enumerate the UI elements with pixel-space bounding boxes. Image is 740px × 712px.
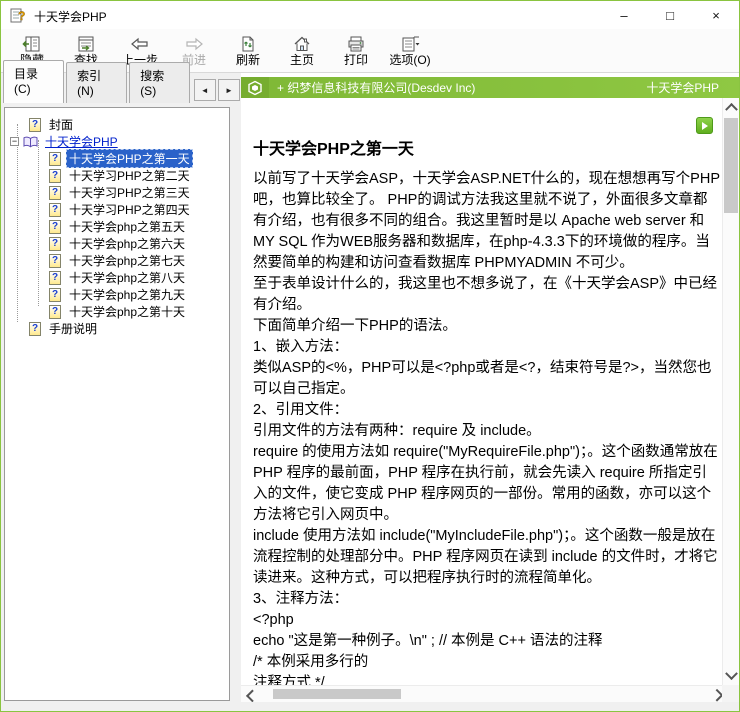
tree-item-label[interactable]: 手册说明 <box>46 319 100 338</box>
vertical-scrollbar[interactable] <box>722 98 739 685</box>
navigation-pane: 目录(C) 索引(N) 搜索(S) ◄ ► ?封面−十天学会PHP?十天学会PH… <box>1 73 240 703</box>
forward-arrow-icon <box>183 35 205 53</box>
help-viewer-window: ? 十天学会PHP – □ × 隐藏 查找 <box>0 0 740 712</box>
article-line: 至于表单设计什么的，我这里也不想多说了，在《十天学会ASP》中已经有介绍。 <box>253 274 721 316</box>
scroll-left-button[interactable] <box>241 686 258 702</box>
contents-tree-panel: ?封面−十天学会PHP?十天学会PHP之第一天?十天学习PHP之第二天?十天学习… <box>4 107 230 701</box>
svg-text:?: ? <box>18 9 25 23</box>
tree-item[interactable]: ?十天学会php之第九天 <box>5 286 229 303</box>
help-topic-icon: ? <box>49 220 61 234</box>
tree-item[interactable]: ?十天学习PHP之第二天 <box>5 167 229 184</box>
article-line: 引用文件的方法有两种：require 及 include。 <box>253 421 721 442</box>
tree-item[interactable]: ? 手册说明 <box>5 320 229 337</box>
scroll-up-button[interactable] <box>723 98 739 115</box>
tab-scroll-right-button[interactable]: ► <box>218 79 240 101</box>
options-button-label: 选项(O) <box>389 54 430 67</box>
dedecms-logo-icon <box>241 77 269 98</box>
article-line: /* 本例采用多行的 <box>253 652 721 673</box>
help-book-icon: ? <box>10 7 26 23</box>
article-line: 3、注释方法： <box>253 589 721 610</box>
article-line: include 使用方法如 include("MyIncludeFile.php… <box>253 526 721 589</box>
open-book-icon <box>23 136 38 148</box>
home-button-label: 主页 <box>290 54 314 67</box>
tree-item[interactable]: ?十天学会php之第七天 <box>5 252 229 269</box>
find-icon <box>76 35 96 53</box>
tree-item[interactable]: ?十天学会php之第十天 <box>5 303 229 320</box>
window-title: 十天学会PHP <box>34 8 107 25</box>
content-pane: + 织梦信息科技有限公司(Desdev Inc) 十天学会PHP 十天学会PHP… <box>241 73 739 703</box>
tab-index[interactable]: 索引(N) <box>66 62 127 103</box>
vertical-scroll-thumb[interactable] <box>724 118 738 213</box>
page-title: 十天学会PHP之第一天 <box>253 135 721 159</box>
options-icon <box>398 35 422 53</box>
help-topic-icon: ? <box>29 322 41 336</box>
tree-item[interactable]: ?十天学会PHP之第一天 <box>5 150 229 167</box>
article-line: 下面简单介绍一下PHP的语法。 <box>253 316 721 337</box>
tab-scroll-left-button[interactable]: ◄ <box>194 79 216 101</box>
refresh-button-label: 刷新 <box>236 54 260 67</box>
print-icon <box>346 35 366 53</box>
refresh-button[interactable]: 刷新 <box>221 31 275 71</box>
help-topic-icon: ? <box>49 254 61 268</box>
tree-collapse-icon[interactable]: − <box>10 137 19 146</box>
close-button[interactable]: × <box>693 1 739 29</box>
tab-bar: 目录(C) 索引(N) 搜索(S) ◄ ► <box>3 79 240 103</box>
topic-banner: + 织梦信息科技有限公司(Desdev Inc) 十天学会PHP <box>241 77 739 98</box>
tree-item[interactable]: ?十天学习PHP之第三天 <box>5 184 229 201</box>
minimize-button[interactable]: – <box>601 1 647 29</box>
help-topic-icon: ? <box>49 186 61 200</box>
home-button[interactable]: 主页 <box>275 31 329 71</box>
help-topic-icon: ? <box>49 271 61 285</box>
hide-panel-icon <box>22 35 42 53</box>
scrollbar-corner <box>722 685 739 702</box>
options-button[interactable]: 选项(O) <box>383 31 437 71</box>
window-bottom-edge <box>1 702 740 712</box>
print-button[interactable]: 打印 <box>329 31 383 71</box>
help-topic-icon: ? <box>49 169 61 183</box>
help-topic-icon: ? <box>29 118 41 132</box>
tree-item[interactable]: ?十天学习PHP之第四天 <box>5 201 229 218</box>
scroll-down-button[interactable] <box>723 668 739 685</box>
tab-contents[interactable]: 目录(C) <box>3 60 64 103</box>
banner-book-title: 十天学会PHP <box>646 79 719 96</box>
refresh-icon <box>238 35 258 53</box>
tree-item[interactable]: ?十天学会php之第八天 <box>5 269 229 286</box>
article-text: 以前写了十天学会ASP，十天学会ASP.NET什么的，现在想想再写个PHP吧，也… <box>253 169 721 685</box>
article-body: 十天学会PHP之第一天 以前写了十天学会ASP，十天学会ASP.NET什么的，现… <box>253 129 721 685</box>
help-topic-icon: ? <box>49 237 61 251</box>
help-topic-icon: ? <box>49 152 61 166</box>
help-topic-icon: ? <box>49 288 61 302</box>
tab-search[interactable]: 搜索(S) <box>129 62 189 103</box>
print-button-label: 打印 <box>344 54 368 67</box>
article-line: <?php <box>253 610 721 631</box>
scroll-right-button[interactable] <box>705 686 722 702</box>
tree-item[interactable]: ?十天学会php之第六天 <box>5 235 229 252</box>
back-arrow-icon <box>129 35 151 53</box>
article-line: 注释方式 */ <box>253 673 721 685</box>
tree-item[interactable]: ?十天学会php之第五天 <box>5 218 229 235</box>
article-line: 类似ASP的<%，PHP可以是<?php或者是<?，结束符号是?>，当然您也可以… <box>253 358 721 400</box>
article-line: echo "这是第一种例子。\n" ; // 本例是 C++ 语法的注释 <box>253 631 721 652</box>
maximize-button[interactable]: □ <box>647 1 693 29</box>
contents-tree: ?封面−十天学会PHP?十天学会PHP之第一天?十天学习PHP之第二天?十天学习… <box>5 108 229 337</box>
help-topic-icon: ? <box>49 203 61 217</box>
horizontal-scroll-thumb[interactable] <box>273 689 401 699</box>
article-line: 2、引用文件： <box>253 400 721 421</box>
title-bar: ? 十天学会PHP – □ × <box>1 1 739 29</box>
horizontal-scrollbar[interactable] <box>241 685 722 702</box>
home-icon <box>292 35 312 53</box>
article-line: 1、嵌入方法： <box>253 337 721 358</box>
tree-item[interactable]: ?封面 <box>5 116 229 133</box>
tree-item[interactable]: −十天学会PHP <box>5 133 229 150</box>
article-line: 以前写了十天学会ASP，十天学会ASP.NET什么的，现在想想再写个PHP吧，也… <box>253 169 721 274</box>
banner-company-link[interactable]: + 织梦信息科技有限公司(Desdev Inc) <box>277 79 646 96</box>
help-topic-icon: ? <box>49 305 61 319</box>
article-line: require 的使用方法如 require("MyRequireFile.ph… <box>253 442 721 526</box>
